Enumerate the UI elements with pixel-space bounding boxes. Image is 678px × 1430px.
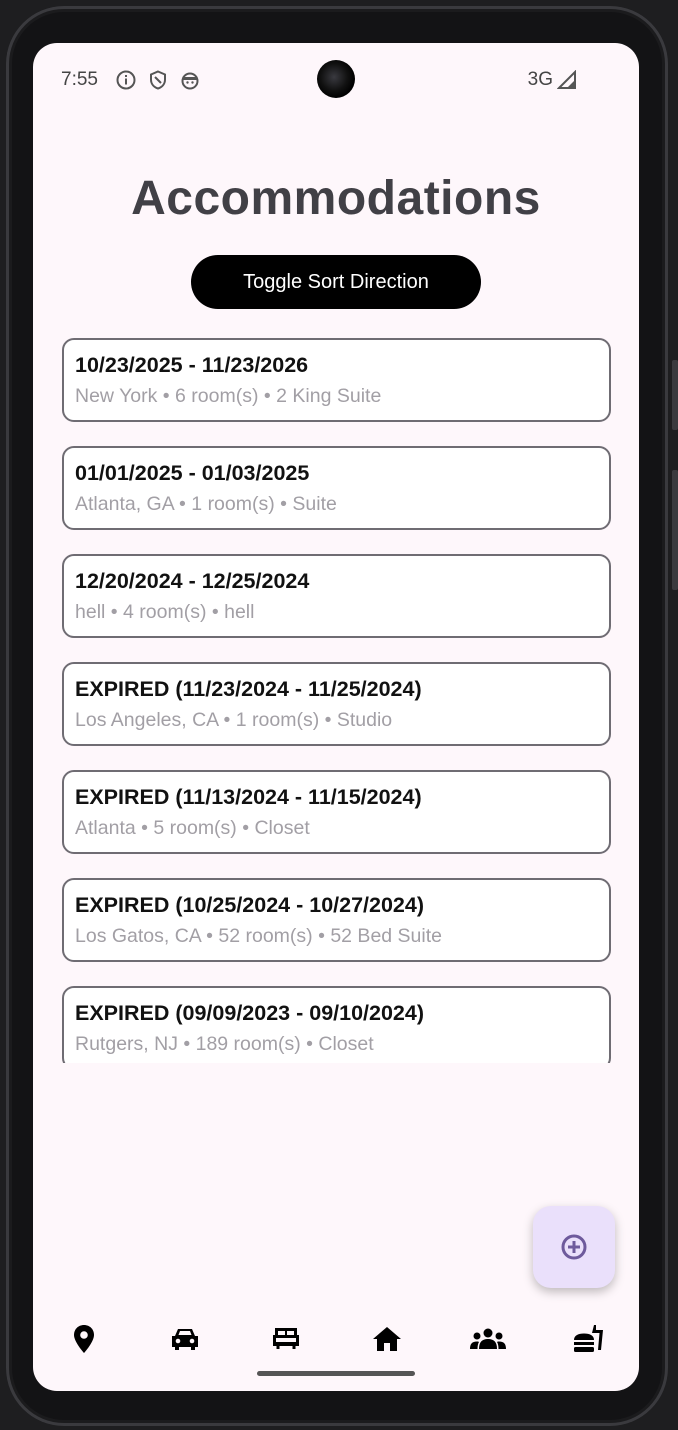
add-circle-icon xyxy=(561,1234,587,1260)
accommodation-details: Atlanta • 5 room(s) • Closet xyxy=(75,817,310,839)
accommodation-dates: EXPIRED (10/25/2024 - 10/27/2024) xyxy=(75,893,424,917)
accommodation-dates: 01/01/2025 - 01/03/2025 xyxy=(75,461,310,485)
page-title: Accommodations xyxy=(131,172,541,225)
bottom-nav xyxy=(33,1311,639,1367)
network-type: 3G xyxy=(527,69,553,90)
accommodation-card[interactable]: EXPIRED (11/23/2024 - 11/25/2024) Los An… xyxy=(62,662,611,746)
app-screen: 7:55 3G Accommodations Toggle Sort Direc… xyxy=(33,43,639,1391)
android-face-icon xyxy=(179,69,201,91)
nav-location[interactable] xyxy=(64,1321,104,1357)
groups-icon xyxy=(470,1328,506,1349)
location-pin-icon xyxy=(74,1325,94,1353)
toggle-sort-button[interactable]: Toggle Sort Direction xyxy=(191,255,481,309)
accommodation-card[interactable]: 12/20/2024 - 12/25/2024 hell • 4 room(s)… xyxy=(62,554,611,638)
car-icon xyxy=(172,1329,198,1350)
accommodation-card[interactable]: EXPIRED (10/25/2024 - 10/27/2024) Los Ga… xyxy=(62,878,611,962)
nav-car[interactable] xyxy=(165,1321,205,1357)
power-button xyxy=(672,470,678,590)
accommodation-dates: EXPIRED (11/13/2024 - 11/15/2024) xyxy=(75,785,422,809)
accommodation-details: Los Gatos, CA • 52 room(s) • 52 Bed Suit… xyxy=(75,925,442,947)
accommodation-details: New York • 6 room(s) • 2 King Suite xyxy=(75,385,382,407)
accommodation-card[interactable]: 10/23/2025 - 11/23/2026 New York • 6 roo… xyxy=(62,338,611,422)
home-indicator[interactable] xyxy=(257,1371,415,1376)
nav-groups[interactable] xyxy=(468,1321,508,1357)
network-status: 3G xyxy=(528,69,577,91)
add-accommodation-button[interactable] xyxy=(533,1206,615,1288)
nav-food[interactable] xyxy=(569,1321,609,1357)
bed-icon xyxy=(273,1328,299,1349)
info-icon xyxy=(115,69,137,91)
accommodation-dates: 12/20/2024 - 12/25/2024 xyxy=(75,569,310,593)
accommodation-details: Los Angeles, CA • 1 room(s) • Studio xyxy=(75,709,393,731)
accommodation-list[interactable]: 10/23/2025 - 11/23/2026 New York • 6 roo… xyxy=(62,338,611,1063)
accommodation-card[interactable]: EXPIRED (11/13/2024 - 11/15/2024) Atlant… xyxy=(62,770,611,854)
accommodation-details: Rutgers, NJ • 189 room(s) • Closet xyxy=(75,1033,374,1055)
front-camera xyxy=(317,60,355,98)
accommodation-card[interactable]: EXPIRED (09/09/2023 - 09/10/2024) Rutger… xyxy=(62,986,611,1063)
accommodation-card[interactable]: 01/01/2025 - 01/03/2025 Atlanta, GA • 1 … xyxy=(62,446,611,530)
shield-icon xyxy=(147,69,169,91)
status-bar: 7:55 3G xyxy=(33,43,639,115)
cell-signal-icon xyxy=(557,70,576,89)
accommodation-details: hell • 4 room(s) • hell xyxy=(75,601,255,623)
volume-button xyxy=(672,360,678,430)
accommodation-dates: EXPIRED (09/09/2023 - 09/10/2024) xyxy=(75,1001,424,1025)
nav-home[interactable] xyxy=(367,1321,407,1357)
status-time: 7:55 xyxy=(61,69,98,90)
nav-bed[interactable] xyxy=(266,1321,306,1357)
device-frame: 7:55 3G Accommodations Toggle Sort Direc… xyxy=(0,0,678,1430)
accommodation-details: Atlanta, GA • 1 room(s) • Suite xyxy=(75,493,337,515)
status-icons xyxy=(115,69,201,91)
fastfood-icon xyxy=(574,1325,603,1352)
accommodation-dates: EXPIRED (11/23/2024 - 11/25/2024) xyxy=(75,677,422,701)
home-icon xyxy=(373,1327,401,1351)
accommodation-dates: 10/23/2025 - 11/23/2026 xyxy=(75,353,309,377)
